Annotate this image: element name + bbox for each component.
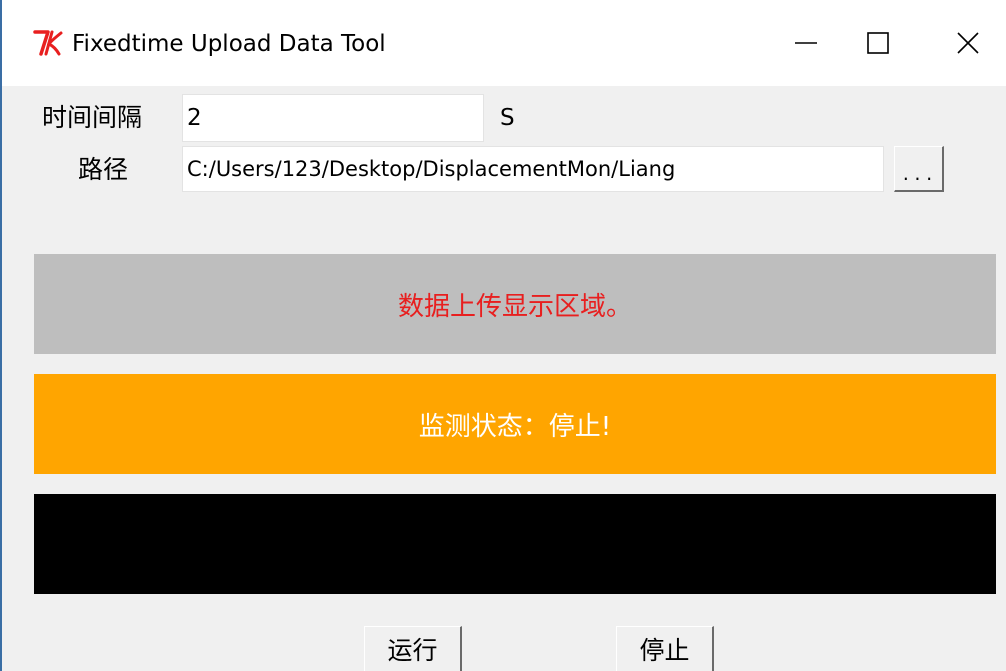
- minimize-button[interactable]: [776, 18, 836, 68]
- upload-display-area: 数据上传显示区域。: [34, 254, 996, 354]
- tk-feather-icon: [32, 28, 66, 58]
- browse-button[interactable]: ...: [894, 146, 944, 192]
- maximize-button[interactable]: [848, 18, 908, 68]
- run-button[interactable]: 运行: [364, 626, 462, 671]
- interval-unit-label: S: [500, 105, 515, 131]
- interval-label: 时间间隔: [42, 103, 143, 132]
- monitor-status-bar: 监测状态：停止!: [34, 374, 996, 474]
- app-window: Fixedtime Upload Data Tool 时间间隔 S 路径 ...…: [0, 0, 1006, 671]
- title-bar[interactable]: Fixedtime Upload Data Tool: [2, 0, 1006, 86]
- window-title: Fixedtime Upload Data Tool: [72, 31, 386, 57]
- stop-button[interactable]: 停止: [616, 626, 714, 671]
- close-button[interactable]: [938, 18, 998, 68]
- path-label: 路径: [78, 155, 129, 184]
- close-icon: [957, 32, 979, 54]
- maximize-icon: [867, 32, 889, 54]
- interval-input[interactable]: [182, 94, 484, 142]
- minimize-icon: [795, 42, 817, 44]
- log-display-area: [34, 494, 996, 594]
- path-input[interactable]: [182, 146, 884, 192]
